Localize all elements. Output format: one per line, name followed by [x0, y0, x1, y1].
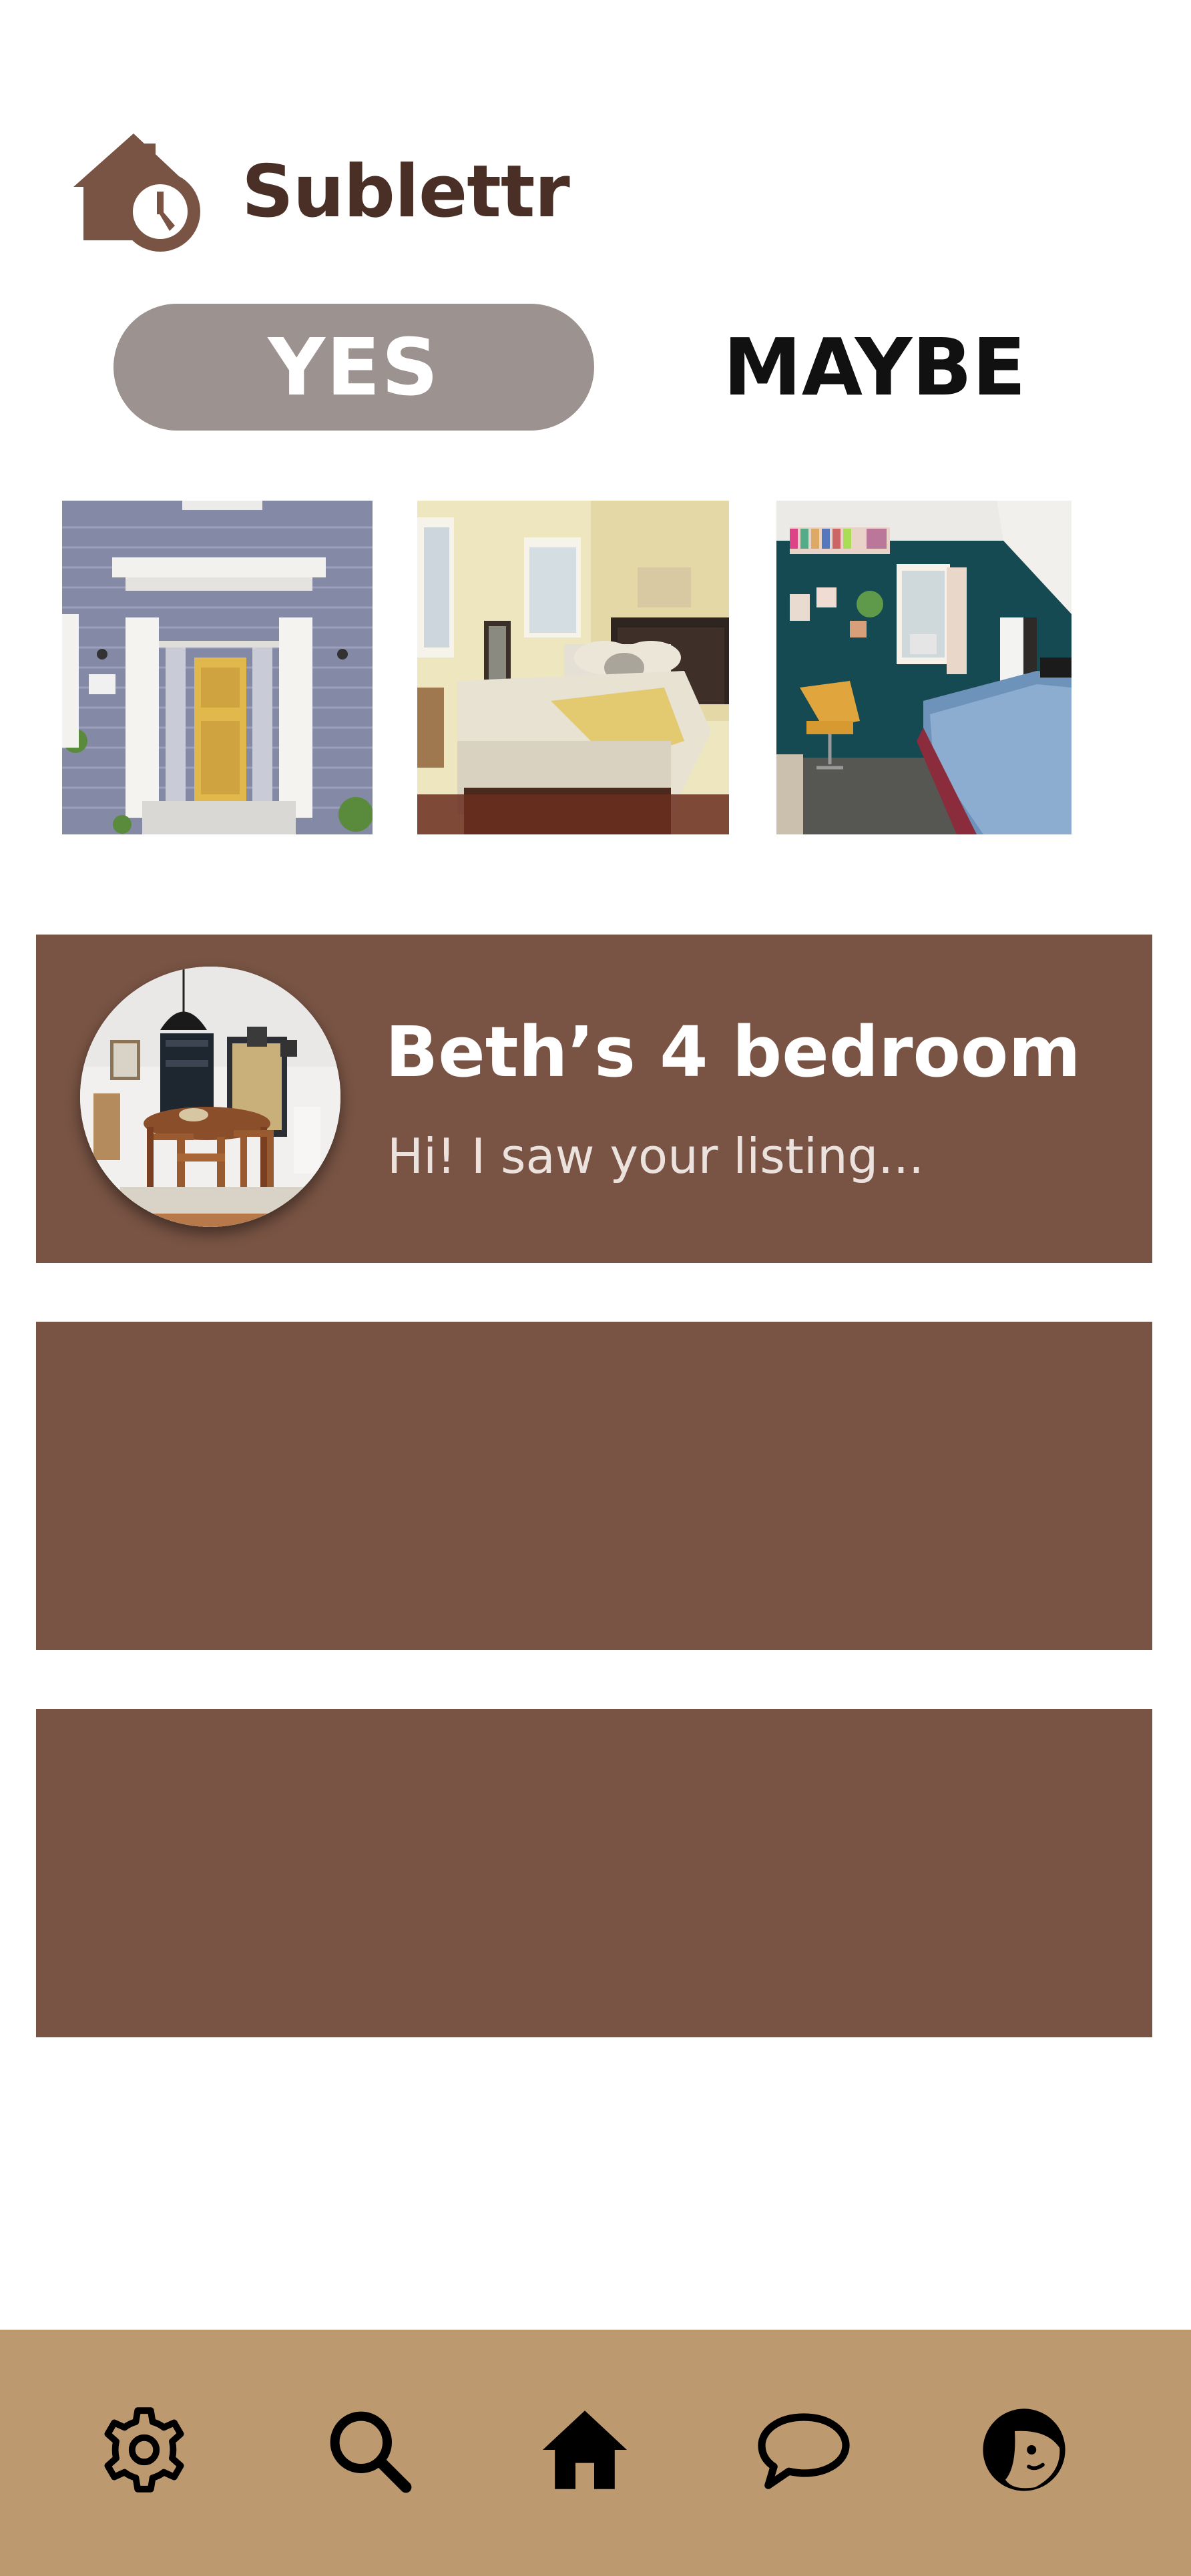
gear-icon	[104, 2407, 184, 2493]
house-front-door-photo[interactable]	[62, 501, 373, 834]
conversation-preview: Hi! I saw your listing...	[387, 1128, 924, 1184]
settings-button[interactable]	[77, 2383, 211, 2517]
home-button[interactable]	[518, 2383, 652, 2517]
search-icon	[330, 2411, 412, 2493]
tab-maybe[interactable]: MAYBE	[668, 304, 1082, 431]
home-icon	[543, 2410, 627, 2489]
conversation-card[interactable]: Beth’s 4 bedroom Hi! I saw your listing.…	[36, 935, 1152, 1263]
conversation-title: Beth’s 4 bedroom	[385, 1011, 1081, 1093]
chat-bubble-icon	[758, 2413, 850, 2489]
dining-room-photo	[80, 967, 340, 1227]
conversation-card-empty[interactable]	[36, 1709, 1152, 2037]
messages-button[interactable]	[737, 2383, 871, 2517]
house-clock-icon	[73, 130, 207, 254]
tab-yes[interactable]: YES	[113, 304, 594, 431]
search-button[interactable]	[302, 2383, 435, 2517]
profile-icon	[983, 2408, 1065, 2491]
profile-button[interactable]	[957, 2383, 1091, 2517]
teal-bedroom-photo[interactable]	[776, 501, 1071, 834]
bedroom-photo[interactable]	[417, 501, 729, 834]
conversation-card-empty[interactable]	[36, 1322, 1152, 1650]
bottom-nav	[0, 2330, 1191, 2576]
app-header: Sublettr	[73, 130, 570, 254]
app-name: Sublettr	[242, 150, 570, 234]
